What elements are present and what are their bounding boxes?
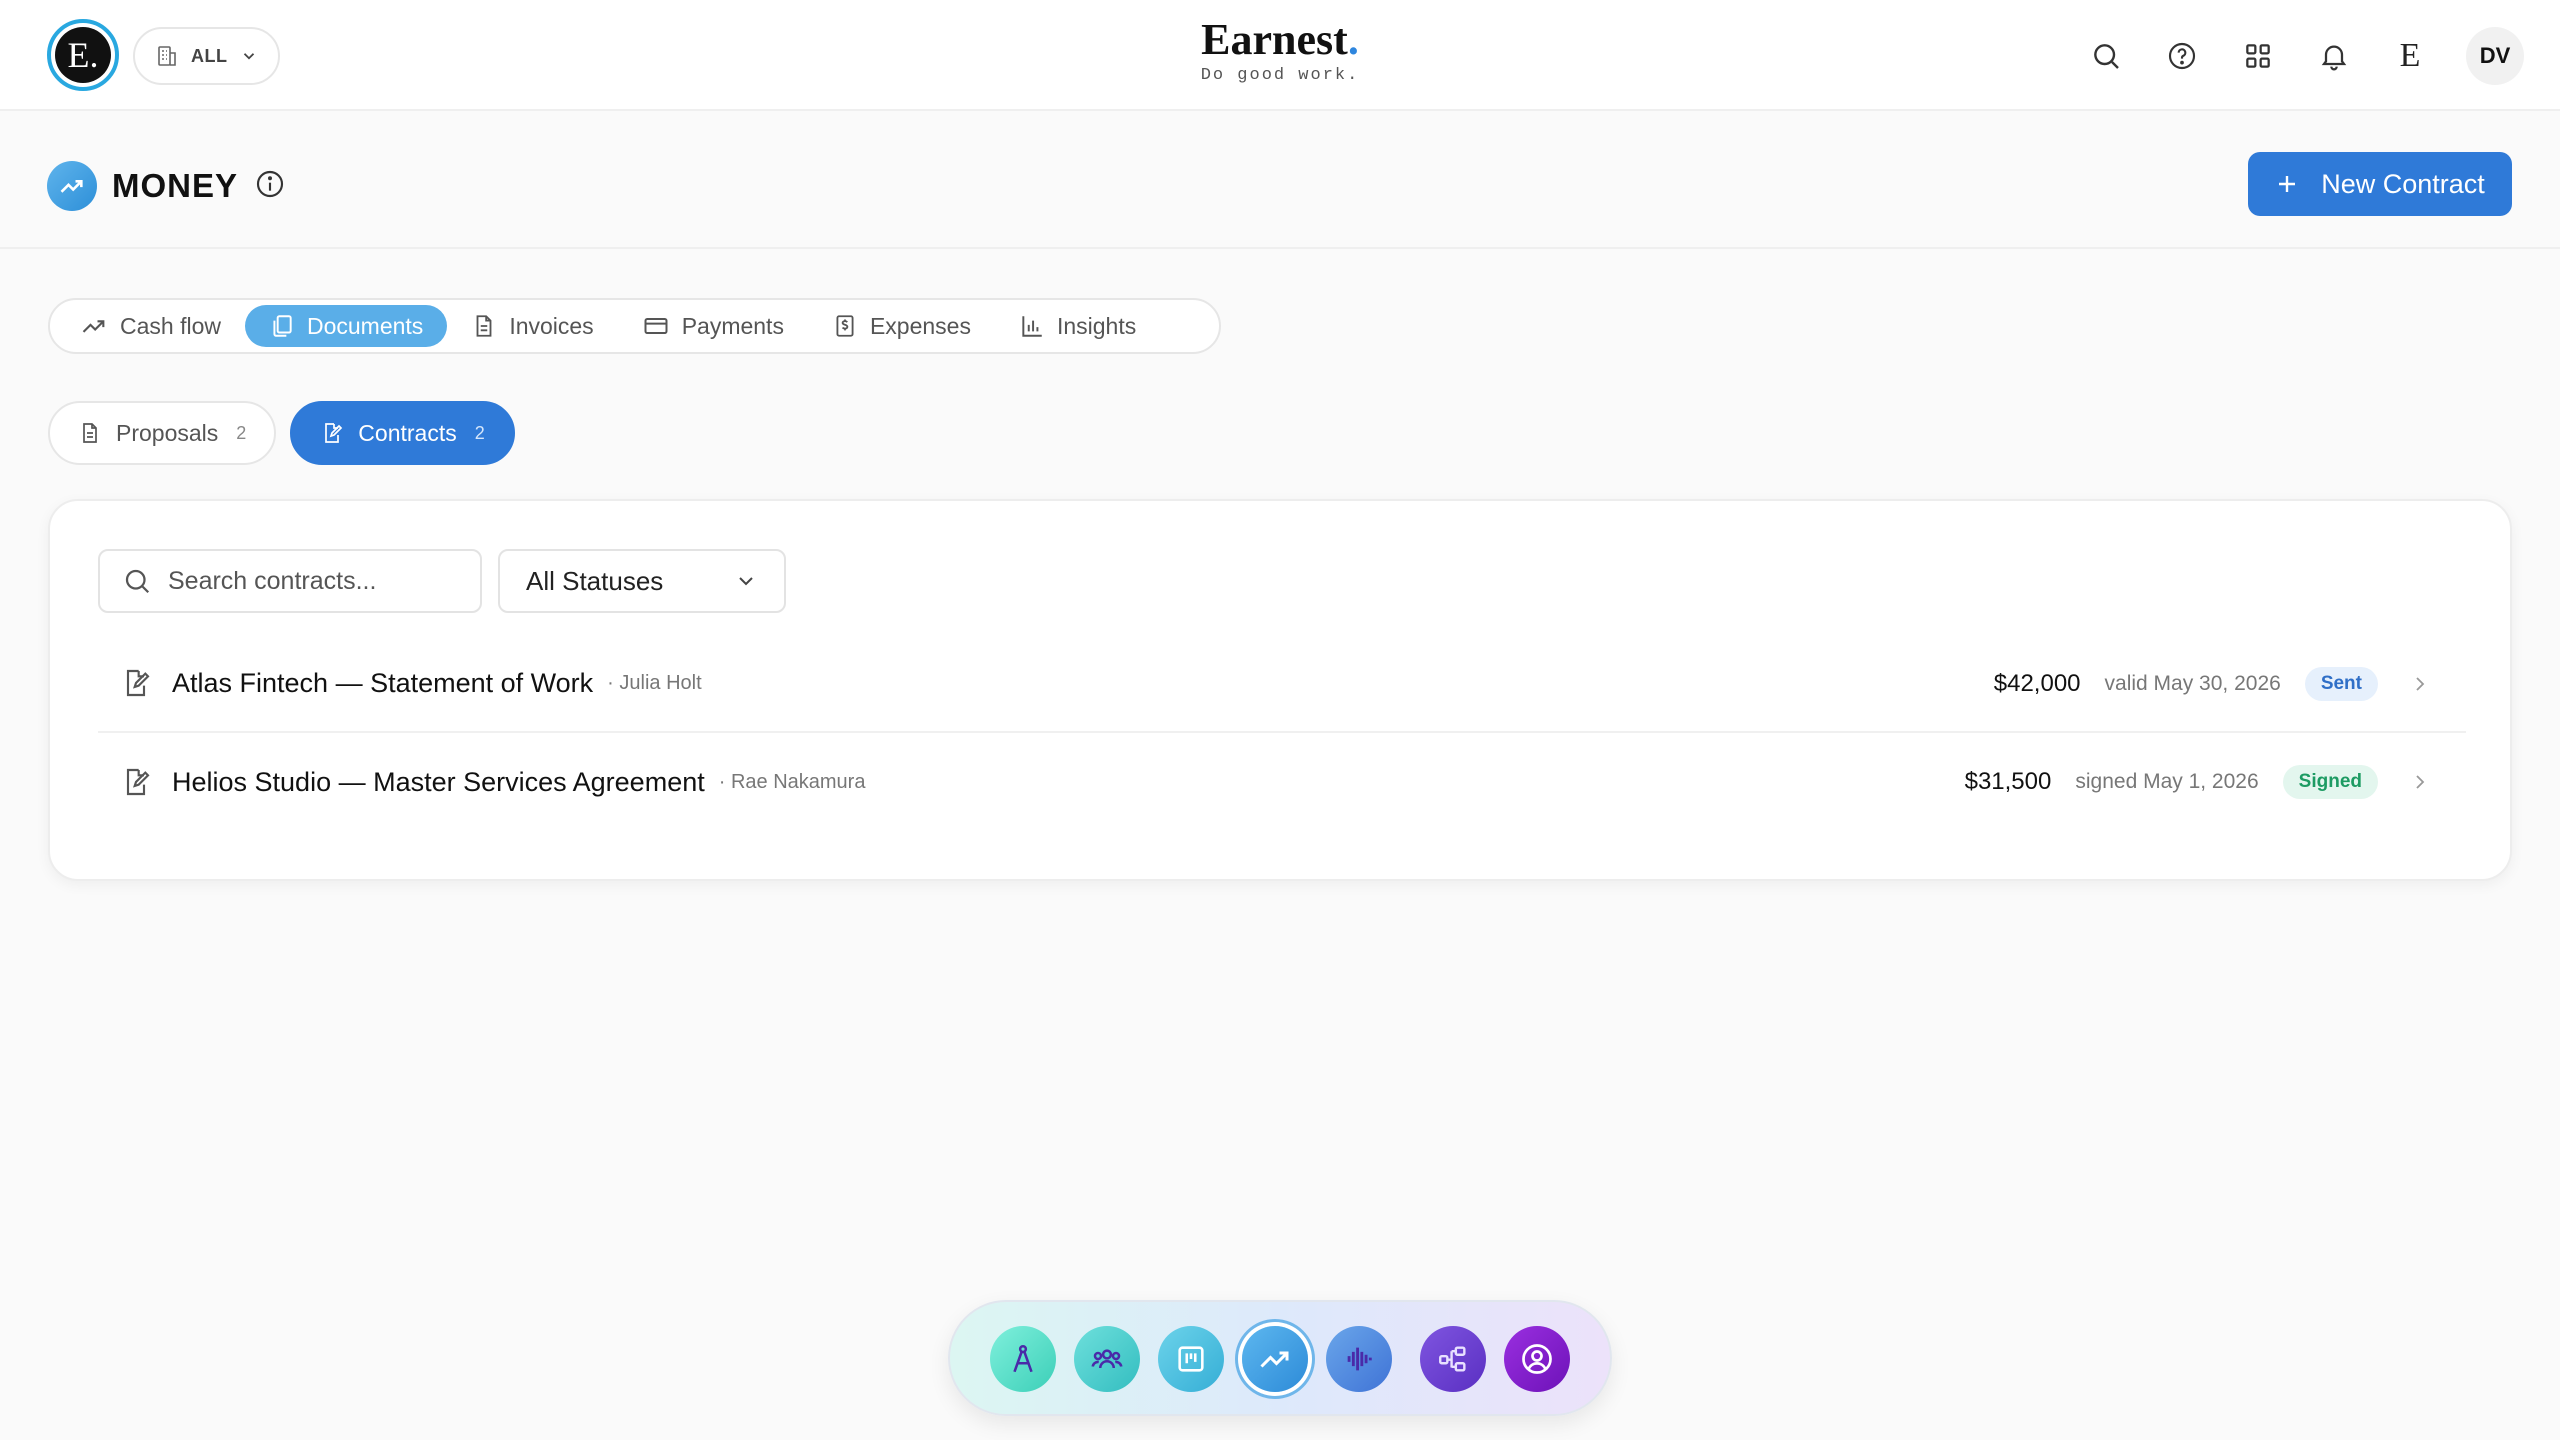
help-icon[interactable] <box>2162 36 2202 76</box>
subtab-contracts[interactable]: Contracts 2 <box>290 401 515 465</box>
top-actions: E DV <box>2086 26 2524 86</box>
info-icon[interactable] <box>254 168 286 200</box>
top-bar: E. ALL Earnest. Do good work. E DV <box>0 0 2560 111</box>
card-icon <box>642 312 670 340</box>
dock-voice[interactable] <box>1326 1326 1392 1392</box>
tab-label: Documents <box>306 312 424 339</box>
contract-row[interactable]: Helios Studio — Master Services Agreemen… <box>98 733 2466 831</box>
new-contract-button[interactable]: New Contract <box>2248 152 2512 216</box>
dock-compass[interactable] <box>990 1326 1056 1392</box>
dock-board[interactable] <box>1158 1326 1224 1392</box>
brand-name: Earnest. <box>1201 15 1359 64</box>
dock-workflow[interactable] <box>1420 1326 1486 1392</box>
app-dock <box>948 1300 1612 1416</box>
contract-edit-icon <box>120 766 154 798</box>
bell-icon[interactable] <box>2314 36 2354 76</box>
contract-title: Atlas Fintech — Statement of Work <box>172 667 594 698</box>
contracts-panel: All Statuses Atlas Fintech — Statement o… <box>48 499 2512 881</box>
board-icon <box>1174 1342 1208 1376</box>
contract-amount: $31,500 <box>1964 768 2052 795</box>
new-contract-label: New Contract <box>2321 168 2485 199</box>
receipt-icon <box>832 313 858 339</box>
status-filter-value: All Statuses <box>526 565 664 596</box>
document-icon <box>78 421 102 445</box>
contract-amount: $42,000 <box>1993 670 2081 697</box>
money-trend-icon <box>47 161 97 211</box>
contract-meta: $42,000 valid May 30, 2026 Sent <box>1994 635 2432 733</box>
contract-client: Rae Nakamura <box>719 771 866 794</box>
search-box[interactable] <box>98 549 482 613</box>
user-avatar[interactable]: DV <box>2466 27 2524 85</box>
money-tabs: Cash flow Documents Invoices Payments Ex… <box>48 298 1221 354</box>
voice-wave-icon <box>1342 1342 1376 1376</box>
team-icon <box>1089 1341 1125 1377</box>
status-badge: Sent <box>2304 667 2378 701</box>
workflow-icon <box>1436 1342 1470 1376</box>
chevron-down-icon <box>240 47 258 65</box>
workspace-label: ALL <box>191 45 228 66</box>
contract-row[interactable]: Atlas Fintech — Statement of Work Julia … <box>98 635 2466 733</box>
money-trend-icon <box>1257 1341 1293 1377</box>
status-badge: Signed <box>2282 765 2378 799</box>
apps-grid-icon[interactable] <box>2238 36 2278 76</box>
tab-documents[interactable]: Documents <box>244 305 448 347</box>
status-filter-select[interactable]: All Statuses <box>498 549 786 613</box>
chevron-down-icon <box>734 569 758 593</box>
tab-insights[interactable]: Insights <box>995 305 1160 347</box>
earnest-mark-icon[interactable]: E <box>2390 36 2430 76</box>
user-circle-icon <box>1519 1341 1555 1377</box>
app-logo[interactable]: E. <box>47 19 119 91</box>
logo-letter: E. <box>55 27 111 83</box>
documents-icon <box>269 313 295 339</box>
contracts-list: Atlas Fintech — Statement of Work Julia … <box>98 635 2466 831</box>
contract-date: valid May 30, 2026 <box>2104 672 2281 695</box>
tab-label: Expenses <box>869 312 971 339</box>
contract-meta: $31,500 signed May 1, 2026 Signed <box>1965 733 2432 831</box>
brand-tagline: Do good work. <box>1200 66 1360 85</box>
chevron-right-icon[interactable] <box>2408 672 2432 696</box>
tab-payments[interactable]: Payments <box>618 305 808 347</box>
document-type-tabs: Proposals 2 Contracts 2 <box>48 401 515 465</box>
brand: Earnest. Do good work. <box>1180 15 1380 86</box>
subtab-count: 2 <box>474 422 485 443</box>
dock-team[interactable] <box>1074 1326 1140 1392</box>
subtab-label: Contracts <box>358 419 457 446</box>
contract-client: Julia Holt <box>607 672 701 695</box>
subtab-label: Proposals <box>116 419 219 446</box>
invoice-icon <box>471 313 497 339</box>
search-icon <box>122 566 152 596</box>
tab-expenses[interactable]: Expenses <box>808 305 995 347</box>
tab-label: Insights <box>1056 312 1137 339</box>
building-icon <box>155 44 179 68</box>
search-contracts-input[interactable] <box>168 566 468 596</box>
subtab-proposals[interactable]: Proposals 2 <box>48 401 277 465</box>
plus-icon <box>2275 172 2299 196</box>
contract-edit-icon <box>320 421 344 445</box>
workspace-switcher[interactable]: ALL <box>133 27 280 85</box>
contract-title: Helios Studio — Master Services Agreemen… <box>172 766 705 797</box>
contract-date: signed May 1, 2026 <box>2075 770 2259 793</box>
tab-label: Invoices <box>509 312 594 339</box>
search-icon[interactable] <box>2086 36 2126 76</box>
tab-label: Payments <box>681 312 784 339</box>
compass-icon <box>1006 1342 1040 1376</box>
contract-edit-icon <box>120 667 154 699</box>
trend-up-icon <box>80 312 108 340</box>
page-title: MONEY <box>112 167 239 204</box>
dock-money[interactable] <box>1242 1326 1308 1392</box>
tab-cash-flow[interactable]: Cash flow <box>56 305 245 347</box>
tab-invoices[interactable]: Invoices <box>447 305 617 347</box>
chevron-right-icon[interactable] <box>2408 770 2432 794</box>
tab-label: Cash flow <box>120 312 221 339</box>
subtab-count: 2 <box>236 422 247 443</box>
page-header: MONEY New Contract <box>0 111 2560 249</box>
bar-chart-icon <box>1019 313 1045 339</box>
dock-profile[interactable] <box>1504 1326 1570 1392</box>
